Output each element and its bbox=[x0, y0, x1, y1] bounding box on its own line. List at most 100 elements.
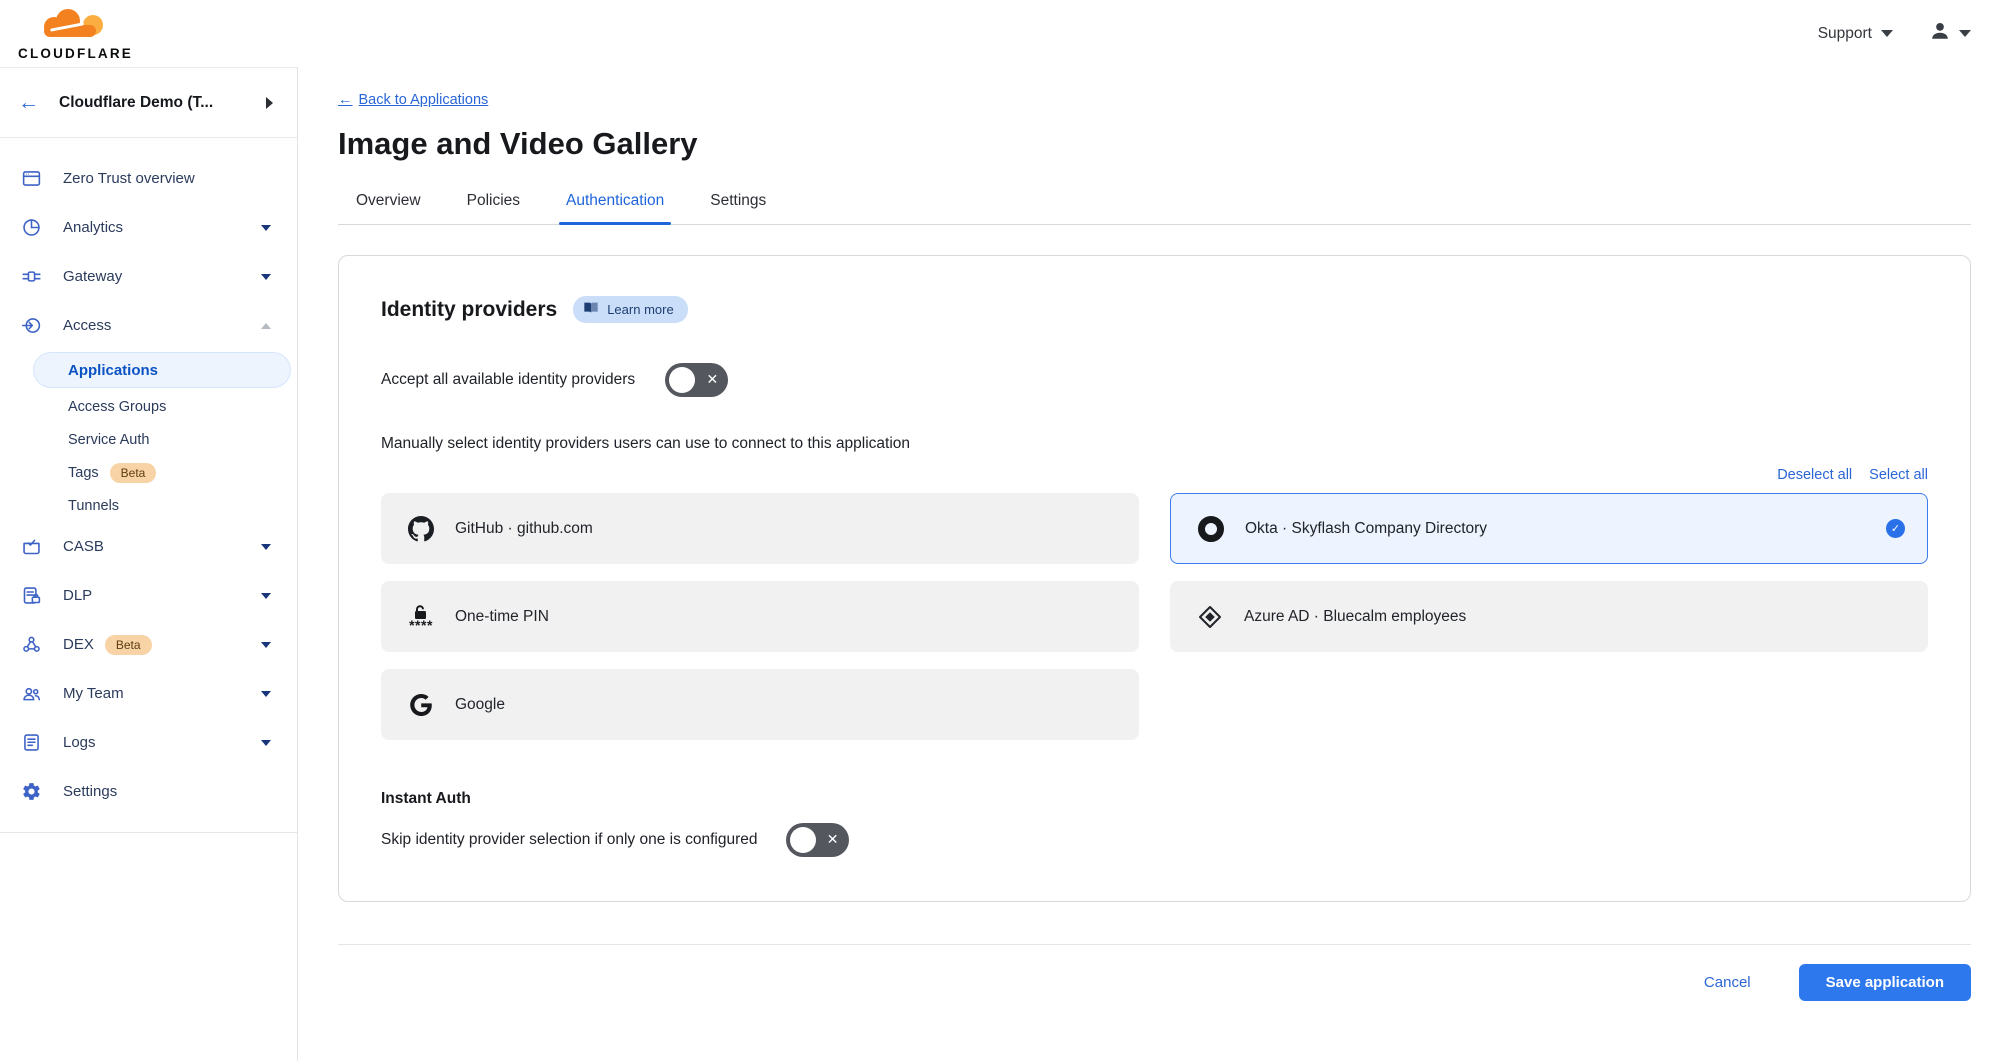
sidebar-item-label: My Team bbox=[63, 685, 240, 702]
sidebar-divider bbox=[0, 832, 297, 833]
cloudflare-logo[interactable]: CLOUDFLARE bbox=[18, 7, 133, 61]
sidebar-item-my-team[interactable]: My Team bbox=[0, 669, 297, 718]
sidebar-item-label: Analytics bbox=[63, 219, 240, 236]
sidebar-item-label: Logs bbox=[63, 734, 240, 751]
page-title: Image and Video Gallery bbox=[338, 126, 1971, 162]
sidebar-item-casb[interactable]: CASB bbox=[0, 522, 297, 571]
sidebar-item-access-groups[interactable]: Access Groups bbox=[0, 390, 297, 423]
sidebar-item-logs[interactable]: Logs bbox=[0, 718, 297, 767]
provider-azure-ad[interactable]: Azure AD · Bluecalm employees bbox=[1170, 581, 1928, 652]
back-arrow-icon: ← bbox=[338, 92, 353, 108]
topbar: CLOUDFLARE Support bbox=[0, 0, 1999, 67]
chevron-down-icon bbox=[1959, 30, 1971, 37]
toggle-x-icon: ✕ bbox=[706, 371, 718, 388]
back-arrow-icon[interactable]: ← bbox=[18, 92, 39, 113]
caret-down-icon bbox=[261, 691, 271, 697]
sidebar-item-gateway[interactable]: Gateway bbox=[0, 252, 297, 301]
sidebar-item-label: Gateway bbox=[63, 268, 240, 285]
sidebar-item-label: Access bbox=[63, 317, 240, 334]
sidebar-item-access[interactable]: Access bbox=[0, 301, 297, 350]
pin-stars: **** bbox=[409, 622, 433, 629]
page: CLOUDFLARE Support ← Clo bbox=[0, 0, 1999, 1061]
instant-auth-heading: Instant Auth bbox=[381, 790, 1928, 808]
beta-badge: Beta bbox=[105, 635, 152, 655]
topbar-right: Support bbox=[1818, 20, 1971, 47]
user-icon bbox=[1929, 20, 1951, 47]
azure-ad-icon bbox=[1196, 605, 1224, 629]
chevron-down-icon bbox=[1881, 30, 1893, 37]
sidebar-item-dex[interactable]: DEXBeta bbox=[0, 620, 297, 669]
cloudflare-cloud-icon bbox=[30, 7, 122, 45]
toggle-knob bbox=[790, 827, 816, 853]
provider-google[interactable]: Google bbox=[381, 669, 1139, 740]
provider-okta[interactable]: Okta · Skyflash Company Directory ✓ bbox=[1170, 493, 1928, 564]
book-icon bbox=[583, 301, 599, 318]
caret-down-icon bbox=[261, 274, 271, 280]
toggle-knob bbox=[669, 367, 695, 393]
access-icon bbox=[20, 315, 42, 336]
caret-down-icon bbox=[261, 593, 271, 599]
one-time-pin-icon: **** bbox=[407, 605, 435, 629]
caret-up-icon bbox=[261, 323, 271, 329]
sidebar-item-tunnels[interactable]: Tunnels bbox=[0, 489, 297, 522]
cancel-button[interactable]: Cancel bbox=[1704, 974, 1751, 991]
user-menu[interactable] bbox=[1929, 20, 1971, 47]
provider-label: One-time PIN bbox=[455, 608, 549, 626]
provider-github[interactable]: GitHub · github.com bbox=[381, 493, 1139, 564]
gear-icon bbox=[20, 781, 42, 802]
sidebar-item-zero-trust-overview[interactable]: Zero Trust overview bbox=[0, 154, 297, 203]
tab-authentication[interactable]: Authentication bbox=[566, 192, 664, 224]
chevron-right-icon[interactable] bbox=[266, 97, 273, 109]
tab-overview[interactable]: Overview bbox=[356, 192, 421, 224]
sidebar-item-label: DLP bbox=[63, 587, 240, 604]
sidebar-subitem-label: Tags bbox=[68, 465, 99, 481]
provider-label: Azure AD · Bluecalm employees bbox=[1244, 608, 1466, 626]
sidebar-item-dlp[interactable]: DLP bbox=[0, 571, 297, 620]
account-name: Cloudflare Demo (T... bbox=[59, 94, 246, 112]
sidebar-subitem-label: Service Auth bbox=[68, 432, 149, 448]
accept-all-toggle[interactable]: ✕ bbox=[665, 363, 728, 397]
sidebar-item-analytics[interactable]: Analytics bbox=[0, 203, 297, 252]
sidebar-item-service-auth[interactable]: Service Auth bbox=[0, 423, 297, 456]
provider-label: Google bbox=[455, 696, 505, 714]
provider-grid: GitHub · github.com Okta · Skyflash Comp… bbox=[381, 493, 1928, 740]
sidebar-item-label: Settings bbox=[63, 783, 271, 800]
beta-badge: Beta bbox=[110, 463, 157, 483]
sidebar-item-label: CASB bbox=[63, 538, 240, 555]
window-icon bbox=[20, 168, 42, 189]
tab-settings[interactable]: Settings bbox=[710, 192, 766, 224]
learn-more-badge[interactable]: Learn more bbox=[573, 296, 687, 323]
manual-select-hint: Manually select identity providers users… bbox=[381, 435, 1928, 453]
accept-all-label: Accept all available identity providers bbox=[381, 371, 635, 389]
document-lock-icon bbox=[20, 585, 42, 606]
gateway-icon bbox=[20, 266, 42, 287]
instant-auth-toggle[interactable]: ✕ bbox=[786, 823, 849, 857]
sidebar-subitem-label: Applications bbox=[68, 362, 158, 379]
identity-providers-card: Identity providers Learn more Accept all… bbox=[338, 255, 1971, 902]
provider-label: GitHub · github.com bbox=[455, 520, 593, 538]
sidebar-item-applications[interactable]: Applications bbox=[33, 352, 291, 388]
back-to-applications-link[interactable]: ← Back to Applications bbox=[338, 92, 488, 108]
deselect-all-link[interactable]: Deselect all bbox=[1777, 467, 1852, 483]
sidebar-item-label: DEXBeta bbox=[63, 635, 240, 655]
sidebar: ← Cloudflare Demo (T... Zero Trust overv bbox=[0, 67, 298, 1061]
casb-box-check-icon bbox=[20, 536, 42, 557]
select-all-link[interactable]: Select all bbox=[1869, 467, 1928, 483]
skip-selection-label: Skip identity provider selection if only… bbox=[381, 831, 758, 849]
provider-one-time-pin[interactable]: **** One-time PIN bbox=[381, 581, 1139, 652]
support-menu[interactable]: Support bbox=[1818, 25, 1893, 43]
support-label: Support bbox=[1818, 25, 1872, 43]
tab-policies[interactable]: Policies bbox=[467, 192, 520, 224]
sidebar-item-settings[interactable]: Settings bbox=[0, 767, 297, 816]
sidebar-item-tags[interactable]: Tags Beta bbox=[0, 456, 297, 489]
caret-down-icon bbox=[261, 225, 271, 231]
caret-down-icon bbox=[261, 740, 271, 746]
sidebar-item-label: Zero Trust overview bbox=[63, 170, 271, 187]
provider-label: Okta · Skyflash Company Directory bbox=[1245, 520, 1487, 538]
main-content: ← Back to Applications Image and Video G… bbox=[298, 67, 1999, 1061]
network-cluster-icon bbox=[20, 634, 42, 655]
save-application-button[interactable]: Save application bbox=[1799, 964, 1971, 1001]
tab-bar: Overview Policies Authentication Setting… bbox=[338, 192, 1971, 225]
google-icon bbox=[407, 694, 435, 716]
sidebar-subitem-label: Access Groups bbox=[68, 399, 166, 415]
